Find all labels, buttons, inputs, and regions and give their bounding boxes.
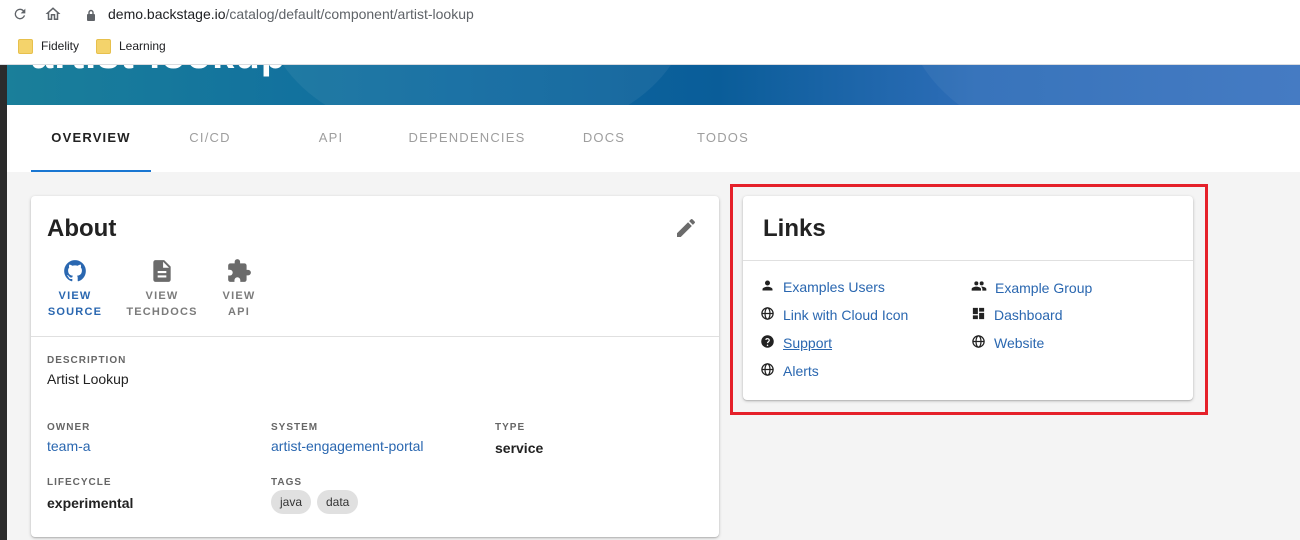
lock-icon <box>86 8 96 26</box>
browser-toolbar: demo.backstage.io/catalog/default/compon… <box>0 0 1300 28</box>
tag-chip: java <box>271 490 312 514</box>
about-divider <box>31 336 719 337</box>
folder-icon <box>96 38 111 54</box>
address-bar[interactable]: demo.backstage.io/catalog/default/compon… <box>108 0 474 28</box>
tag-chip: data <box>317 490 359 514</box>
view-api-line1: VIEW <box>222 290 256 302</box>
view-source-link[interactable]: VIEW SOURCE <box>45 258 105 320</box>
lifecycle-value: experimental <box>47 495 134 511</box>
owner-link[interactable]: team-a <box>47 438 91 454</box>
sidebar-edge <box>0 65 7 540</box>
tab-docs[interactable]: DOCS <box>567 105 641 172</box>
view-api-line2: API <box>228 306 250 318</box>
bookmark-label: Fidelity <box>41 39 80 53</box>
owner-label: OWNER <box>47 422 91 433</box>
view-techdocs-link[interactable]: VIEW TECHDOCS <box>123 258 201 320</box>
lifecycle-label: LIFECYCLE <box>47 477 112 488</box>
view-techdocs-line1: VIEW <box>145 290 179 302</box>
type-value: service <box>495 440 544 456</box>
tags-label: TAGS <box>271 477 303 488</box>
bookmarks-bar: Fidelity Learning <box>0 28 1300 65</box>
document-icon <box>123 258 201 284</box>
tab-dependencies[interactable]: DEPENDENCIES <box>405 105 529 172</box>
page-header: artist-lookup <box>7 65 1300 105</box>
home-icon[interactable] <box>43 4 63 24</box>
github-icon <box>45 258 105 284</box>
about-title: About <box>47 215 117 242</box>
bookmark-learning[interactable]: Learning <box>96 28 166 64</box>
tab-api[interactable]: API <box>291 105 371 172</box>
url-path: /catalog/default/component/artist-lookup <box>225 6 474 22</box>
reload-icon[interactable] <box>10 4 30 24</box>
puzzle-icon <box>217 258 261 284</box>
view-source-line2: SOURCE <box>47 306 103 318</box>
page-title: artist-lookup <box>31 65 286 78</box>
tab-todos[interactable]: TODOS <box>687 105 759 172</box>
description-value: Artist Lookup <box>47 371 129 387</box>
tab-cicd[interactable]: CI/CD <box>165 105 255 172</box>
highlight-box <box>730 184 1208 415</box>
type-label: TYPE <box>495 422 526 433</box>
view-api-link[interactable]: VIEW API <box>217 258 261 320</box>
view-techdocs-line2: TECHDOCS <box>126 306 198 318</box>
tab-overview[interactable]: OVERVIEW <box>31 105 151 172</box>
tab-bar: OVERVIEW CI/CD API DEPENDENCIES DOCS TOD… <box>7 105 1300 172</box>
system-link[interactable]: artist-engagement-portal <box>271 438 424 454</box>
url-host: demo.backstage.io <box>108 6 226 22</box>
view-source-line1: VIEW <box>58 290 92 302</box>
description-label: DESCRIPTION <box>47 355 127 366</box>
about-card: About VIEW SOURCE VIEW TECHDOCS VIEW API… <box>31 196 719 537</box>
bookmark-fidelity[interactable]: Fidelity <box>18 28 79 64</box>
bookmark-label: Learning <box>119 39 166 53</box>
folder-icon <box>18 38 33 54</box>
edit-icon[interactable] <box>674 216 698 240</box>
system-label: SYSTEM <box>271 422 319 433</box>
